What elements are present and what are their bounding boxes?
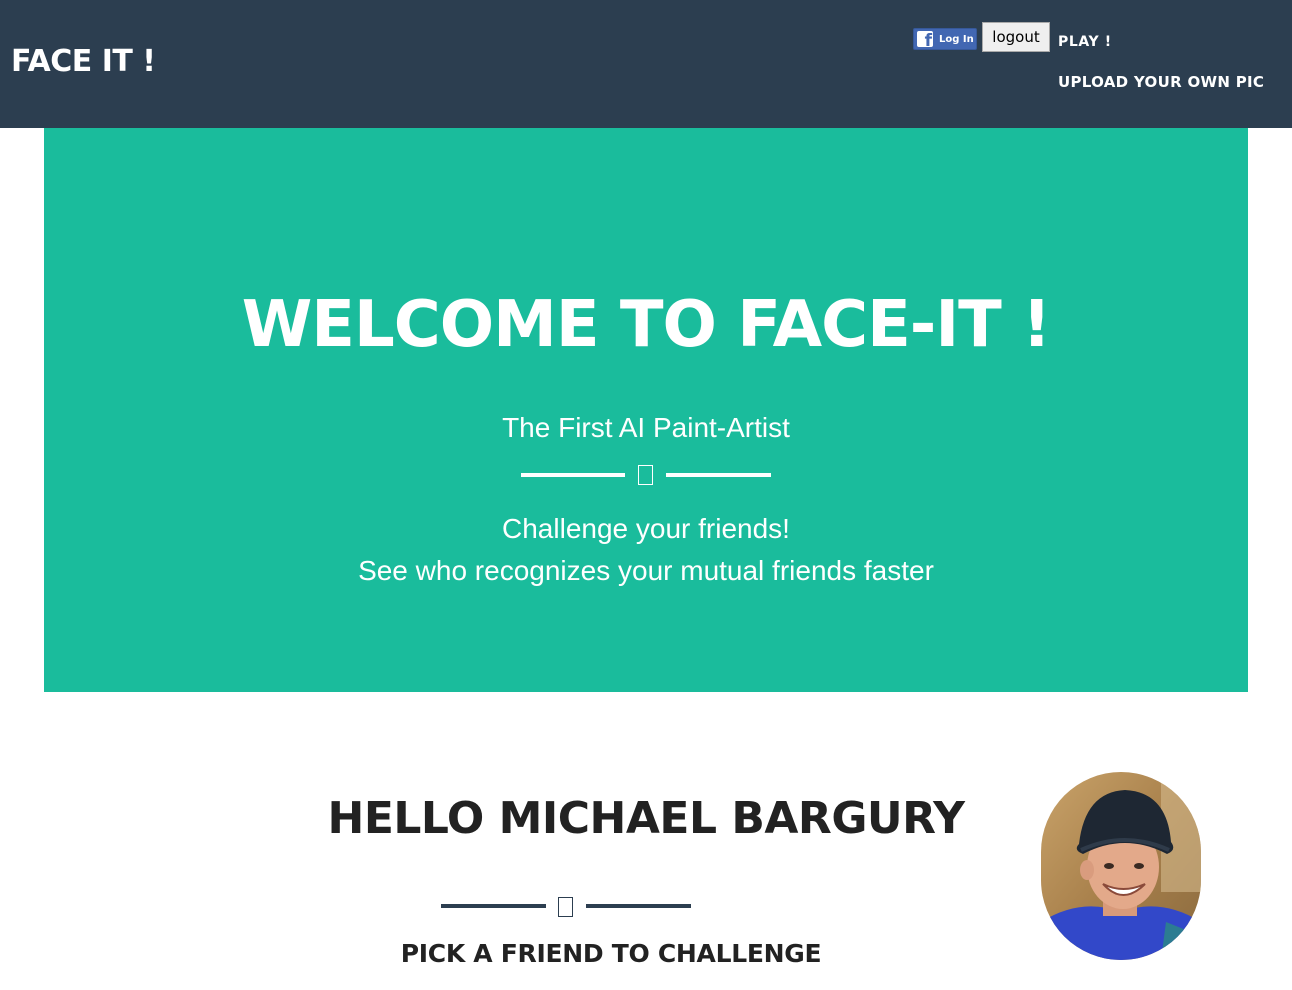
facebook-login-label: Log In xyxy=(939,34,974,45)
hero-divider-right xyxy=(666,473,771,477)
pick-friend-heading: PICK A FRIEND TO CHALLENGE xyxy=(400,939,822,968)
hero-challenge-text: Challenge your friends! xyxy=(502,513,790,544)
section-divider-right xyxy=(586,904,691,908)
logout-button[interactable]: logout xyxy=(982,22,1050,52)
missing-glyph-icon xyxy=(638,465,653,485)
brand-logo[interactable]: FACE IT ! xyxy=(11,44,156,80)
missing-glyph-icon xyxy=(558,897,573,917)
user-avatar[interactable] xyxy=(1041,772,1201,960)
hero-subtitle: The First AI Paint-Artist xyxy=(502,412,790,443)
top-navbar: FACE IT ! f Log In logout PLAY ! UPLOAD … xyxy=(0,0,1292,128)
nav-link-upload-pic[interactable]: UPLOAD YOUR OWN PIC xyxy=(1058,73,1264,91)
hero-title: WELCOME TO FACE-IT ! xyxy=(241,288,1052,362)
hero-description-text: See who recognizes your mutual friends f… xyxy=(358,555,934,586)
hero-divider-left xyxy=(521,473,625,477)
nav-link-play[interactable]: PLAY ! xyxy=(1058,33,1112,51)
facebook-f-icon: f xyxy=(917,31,933,50)
facebook-login-button[interactable]: f Log In xyxy=(913,28,977,50)
user-avatar-photo xyxy=(1041,772,1201,960)
section-divider-left xyxy=(441,904,546,908)
